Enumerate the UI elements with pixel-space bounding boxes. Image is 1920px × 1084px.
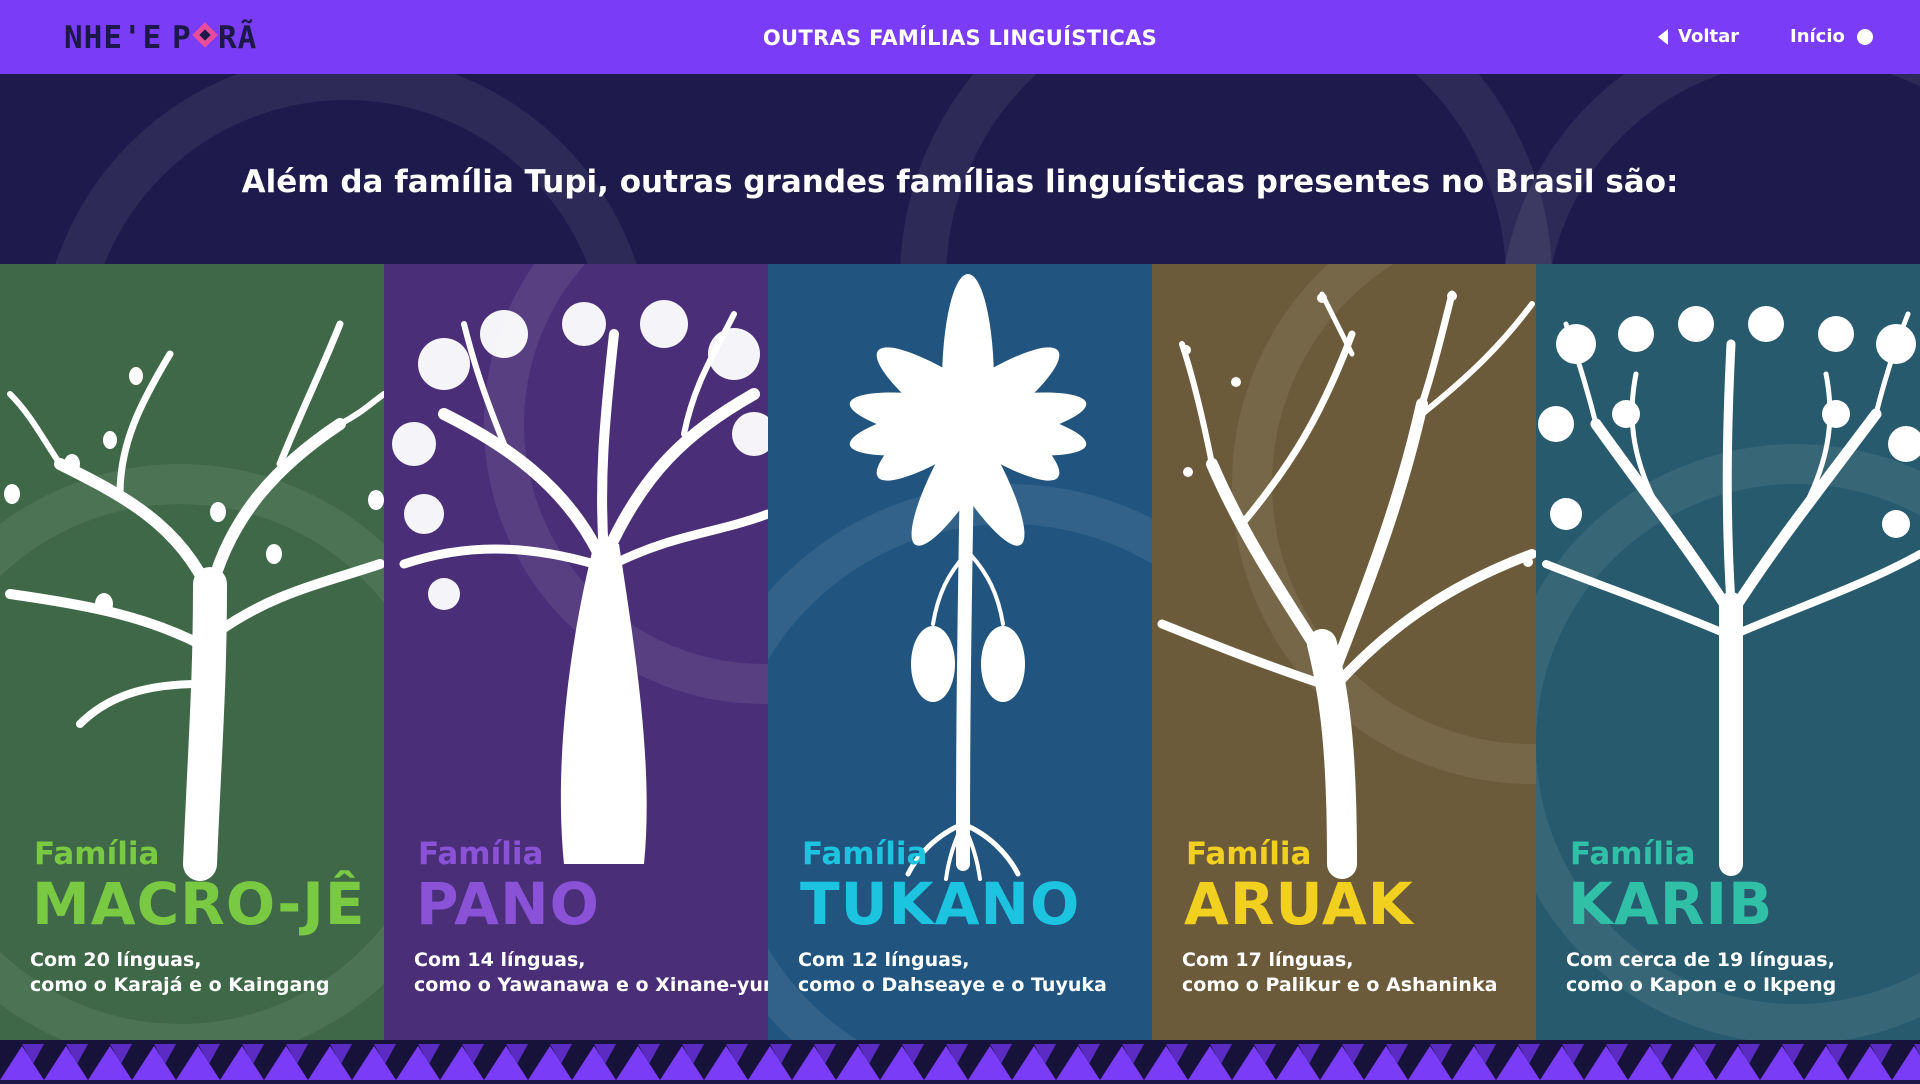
- family-card-aruak[interactable]: Família ARUAK Com 17 línguas, como o Pal…: [1152, 264, 1536, 1040]
- family-name: PANO: [416, 870, 600, 938]
- back-button[interactable]: Voltar: [1658, 26, 1739, 47]
- top-bar: NHE'E P RÃ OUTRAS FAMÍLIAS LINGUÍSTICAS …: [0, 0, 1920, 74]
- family-name: ARUAK: [1184, 870, 1414, 938]
- family-label: Família: [1186, 836, 1312, 872]
- pattern-triangle: [1892, 1046, 1920, 1080]
- tree-icon: [4, 320, 384, 881]
- intro-text: Além da família Tupi, outras grandes fam…: [241, 164, 1679, 200]
- bottom-pattern: [0, 1040, 1920, 1080]
- home-button[interactable]: Início: [1790, 26, 1873, 47]
- family-label: Família: [1570, 836, 1696, 872]
- back-label: Voltar: [1678, 26, 1740, 47]
- description-line: Com 20 línguas,: [30, 949, 202, 971]
- family-description: Com 14 línguas, como o Yawanawa e o Xina…: [414, 948, 768, 998]
- description-line: como o Yawanawa e o Xinane-yura: [414, 974, 768, 996]
- description-line: Com 17 línguas,: [1182, 949, 1354, 971]
- svg-text:RÃ: RÃ: [218, 19, 257, 56]
- family-description: Com 12 línguas, como o Dahseaye e o Tuyu…: [798, 948, 1107, 998]
- families-panels: Família MACRO-JÊ Com 20 línguas, como o …: [0, 264, 1920, 1040]
- description-line: Com 12 línguas,: [798, 949, 970, 971]
- description-line: Com 14 línguas,: [414, 949, 586, 971]
- intro-band: Além da família Tupi, outras grandes fam…: [0, 74, 1920, 264]
- family-card-karib[interactable]: Família KARIB Com cerca de 19 línguas, c…: [1536, 264, 1920, 1040]
- family-description: Com 20 línguas, como o Karajá e o Kainga…: [30, 948, 329, 998]
- palm-tree-icon: [849, 274, 1087, 881]
- description-line: como o Kapon e o Ikpeng: [1566, 974, 1837, 996]
- description-line: Com cerca de 19 línguas,: [1566, 949, 1835, 971]
- tree-icon: [1538, 306, 1920, 876]
- family-card-macro-je[interactable]: Família MACRO-JÊ Com 20 línguas, como o …: [0, 264, 384, 1040]
- family-description: Com cerca de 19 línguas, como o Kapon e …: [1566, 948, 1836, 998]
- nhee-pora-logo[interactable]: NHE'E P RÃ: [64, 18, 274, 56]
- description-line: como o Karajá e o Kaingang: [30, 974, 330, 996]
- description-line: como o Palikur e o Ashaninka: [1182, 974, 1498, 996]
- back-arrow-icon: [1658, 28, 1668, 45]
- tree-icon: [392, 300, 768, 864]
- description-line: como o Dahseaye e o Tuyuka: [798, 974, 1107, 996]
- home-dot-icon: [1856, 28, 1873, 45]
- page-title: OUTRAS FAMÍLIAS LINGUÍSTICAS: [762, 26, 1158, 50]
- svg-text:NHE'E: NHE'E: [64, 20, 162, 56]
- family-description: Com 17 línguas, como o Palikur e o Ashan…: [1182, 948, 1497, 998]
- home-label: Início: [1790, 26, 1845, 47]
- triangle-pattern: [0, 1044, 1920, 1080]
- family-name: TUKANO: [800, 870, 1081, 938]
- family-label: Família: [418, 836, 544, 872]
- tree-icon: [1157, 290, 1536, 879]
- family-card-tukano[interactable]: Família TUKANO Com 12 línguas, como o Da…: [768, 264, 1152, 1040]
- family-label: Família: [802, 836, 928, 872]
- family-name: KARIB: [1568, 870, 1774, 938]
- svg-text:P: P: [172, 20, 192, 56]
- family-card-pano[interactable]: Família PANO Com 14 línguas, como o Yawa…: [384, 264, 768, 1040]
- logo-mark: NHE'E P RÃ: [64, 19, 257, 56]
- family-name: MACRO-JÊ: [32, 870, 366, 938]
- family-label: Família: [34, 836, 160, 872]
